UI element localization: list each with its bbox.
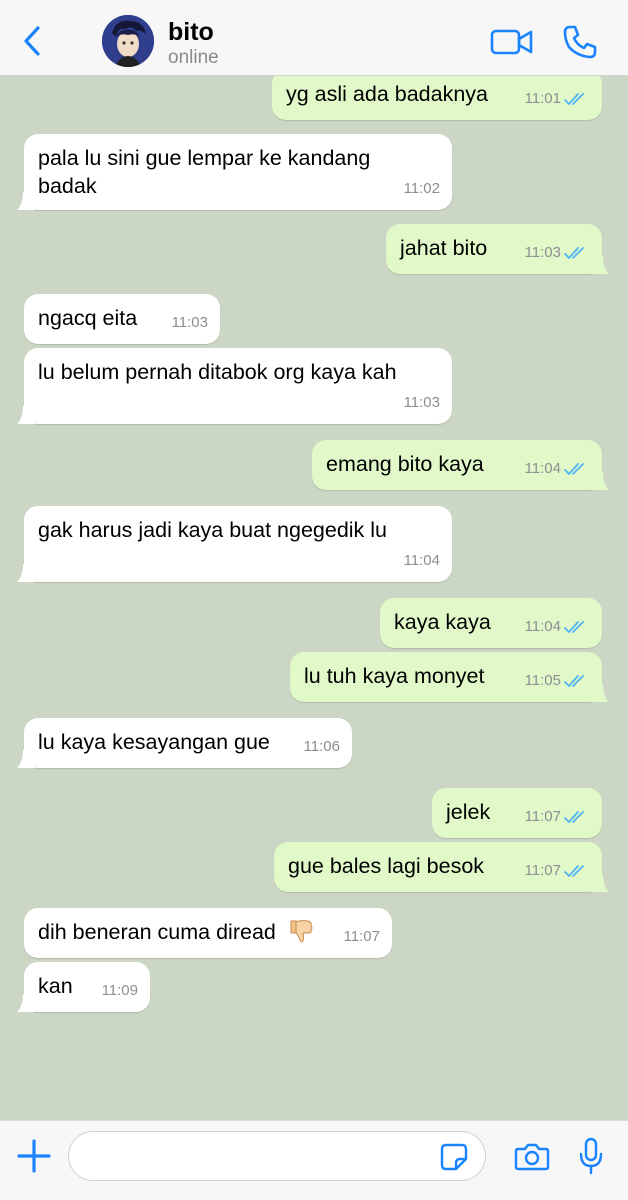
message-text: emang bito kaya [326, 452, 484, 476]
message-outgoing[interactable]: jelek 11:07 [432, 788, 602, 838]
message-outgoing[interactable]: yg asli ada badaknya 11:01 [272, 76, 602, 120]
message-text: kaya kaya [394, 610, 491, 634]
bubble-tail [17, 406, 35, 424]
bubble-tail [591, 874, 609, 892]
message-text: yg asli ada badaknya [286, 82, 489, 106]
bubble-tail [17, 750, 35, 768]
message-time: 11:09 [101, 982, 138, 999]
message-text: lu kaya kesayangan gue [38, 730, 270, 754]
back-button[interactable] [20, 24, 46, 58]
message-time: 11:07 [524, 808, 561, 825]
message-time: 11:03 [524, 244, 561, 261]
voice-call-button[interactable] [562, 24, 598, 60]
bubble-tail [17, 192, 35, 210]
message-incoming[interactable]: pala lu sini gue lempar ke kandang badak… [17, 134, 452, 210]
message-time: 11:07 [343, 928, 380, 945]
message-time: 11:07 [524, 862, 561, 879]
message-text-line: badak [38, 174, 97, 198]
video-camera-icon [490, 29, 533, 55]
message-time: 11:04 [524, 618, 561, 635]
contact-status: online [168, 47, 219, 68]
chevron-left-icon [24, 26, 40, 56]
contact-avatar[interactable] [102, 15, 154, 67]
message-text: jelek [446, 800, 491, 824]
contact-name[interactable]: bito [168, 18, 214, 47]
read-ticks-icon [564, 675, 584, 688]
bubble-tail [591, 684, 609, 702]
message-outgoing[interactable]: lu tuh kaya monyet 11:05 [290, 652, 609, 702]
read-ticks-icon [564, 865, 584, 878]
message-incoming[interactable]: lu belum pernah ditabok org kaya kah 11:… [17, 348, 452, 424]
sticker-button[interactable] [440, 1143, 468, 1171]
bubble-tail [591, 256, 609, 274]
message-outgoing[interactable]: gue bales lagi besok 11:07 [274, 842, 609, 892]
message-text: ngacq eita [38, 306, 138, 330]
message-time: 11:01 [524, 90, 561, 107]
sticker-icon [440, 1143, 468, 1171]
message-time: 11:04 [403, 552, 440, 569]
composer-bar [0, 1120, 628, 1200]
message-text: lu tuh kaya monyet [304, 664, 485, 688]
message-outgoing[interactable]: kaya kaya 11:04 [380, 598, 602, 648]
read-ticks-icon [564, 247, 584, 260]
camera-button[interactable] [514, 1142, 550, 1172]
thumbs-down-icon [290, 920, 313, 943]
message-time: 11:03 [171, 314, 208, 331]
message-time: 11:03 [403, 394, 440, 411]
microphone-icon [579, 1137, 603, 1175]
message-text: kan [38, 974, 73, 998]
message-time: 11:02 [403, 180, 440, 197]
message-text: dih beneran cuma diread [38, 920, 276, 944]
message-text-line: pala lu sini gue lempar ke kandang [38, 146, 371, 170]
plus-icon [17, 1139, 51, 1173]
message-time: 11:04 [524, 460, 561, 477]
message-incoming[interactable]: ngacq eita 11:03 [24, 294, 220, 344]
message-text: jahat bito [400, 236, 488, 260]
read-ticks-icon [564, 93, 584, 106]
bubble-tail [591, 472, 609, 490]
message-text: gue bales lagi besok [288, 854, 485, 878]
read-ticks-icon [564, 621, 584, 634]
video-call-button[interactable] [490, 27, 534, 57]
bubble-tail [17, 564, 35, 582]
message-incoming[interactable]: kan 11:09 [17, 962, 150, 1012]
message-text: gak harus jadi kaya buat ngegedik lu [38, 518, 388, 542]
message-incoming[interactable]: gak harus jadi kaya buat ngegedik lu 11:… [17, 506, 452, 582]
message-time: 11:06 [303, 738, 340, 755]
message-outgoing[interactable]: jahat bito 11:03 [386, 224, 609, 274]
attach-button[interactable] [16, 1138, 52, 1174]
camera-icon [514, 1143, 550, 1171]
message-incoming[interactable]: lu kaya kesayangan gue 11:06 [17, 718, 352, 768]
message-time: 11:05 [524, 672, 561, 689]
message-outgoing[interactable]: emang bito kaya 11:04 [312, 440, 609, 490]
voice-record-button[interactable] [578, 1136, 604, 1176]
message-input[interactable] [68, 1131, 486, 1181]
bubble-tail [17, 994, 35, 1012]
read-ticks-icon [564, 463, 584, 476]
message-list[interactable]: yg asli ada badaknya 11:01 pala lu sini … [0, 76, 628, 1120]
phone-icon [563, 25, 597, 59]
message-incoming[interactable]: dih beneran cuma diread 11:07 [24, 908, 392, 958]
avatar-image [102, 15, 154, 67]
read-ticks-icon [564, 811, 584, 824]
message-text: lu belum pernah ditabok org kaya kah [38, 360, 397, 384]
chat-header: bito online [0, 0, 628, 76]
